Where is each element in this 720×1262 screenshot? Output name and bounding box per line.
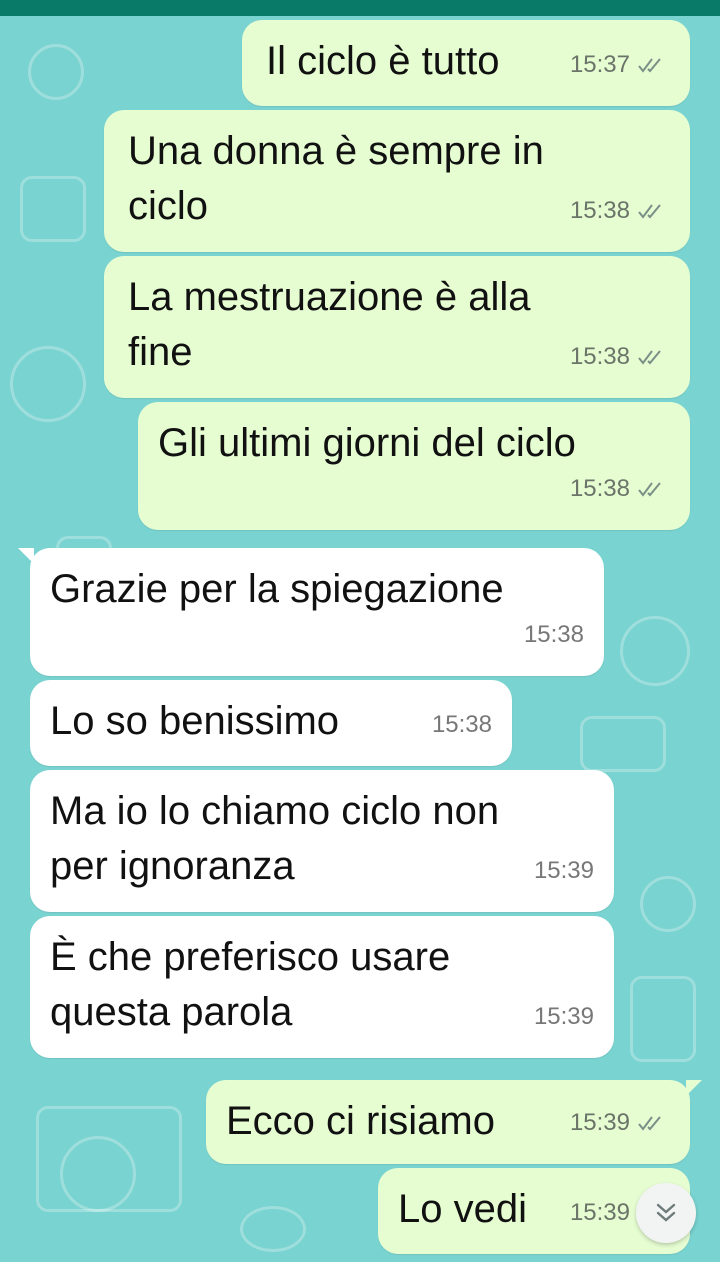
message-meta: 15:37 (570, 37, 664, 92)
message-text-line: Ma io lo chiamo ciclo non (50, 789, 500, 833)
message-text: Lo vedi (398, 1187, 527, 1231)
bubble-tail (18, 548, 34, 564)
message-bubble-outgoing[interactable]: Ecco ci risiamo 15:39 (206, 1080, 702, 1164)
message-bubble-outgoing[interactable]: Il ciclo è tutto 15:37 (242, 20, 690, 106)
scroll-to-bottom-button[interactable] (636, 1183, 696, 1243)
message-text-line: per ignoranza (50, 844, 295, 888)
message-bubble-outgoing[interactable]: La mestruazione è alla fine 15:38 (104, 256, 690, 398)
message-time: 15:38 (569, 197, 630, 224)
message-text-line: Una donna è sempre in (128, 129, 544, 173)
message-meta: 15:38 (570, 183, 664, 238)
read-ticks-icon (638, 481, 661, 497)
message-text: Ecco ci risiamo (226, 1099, 495, 1143)
message-time: 15:38 (431, 711, 492, 738)
read-ticks-icon (638, 57, 661, 73)
message-text-line: È che preferisco usare (50, 935, 451, 979)
message-meta: 15:39 (534, 989, 594, 1044)
message-meta: 15:38 (432, 697, 492, 752)
message-time: 15:39 (533, 857, 594, 884)
chat-header-bar (0, 0, 720, 16)
double-chevron-down-icon (656, 1203, 676, 1222)
message-meta: 15:39 (570, 1095, 664, 1150)
message-text-line: questa parola (50, 990, 293, 1034)
message-bubble-incoming[interactable]: Ma io lo chiamo ciclo non per ignoranza … (30, 770, 614, 912)
message-text-line: La mestruazione è alla (128, 275, 531, 319)
message-time: 15:39 (533, 1003, 594, 1030)
message-bubble-incoming[interactable]: Grazie per la spiegazione 15:38 (18, 548, 604, 676)
message-time: 15:39 (569, 1199, 630, 1226)
message-meta: 15:39 (534, 843, 594, 898)
message-time: 15:38 (523, 621, 584, 648)
read-ticks-icon (638, 349, 661, 365)
bubble-tail (686, 1080, 702, 1096)
read-ticks-icon (638, 1115, 661, 1131)
message-time: 15:37 (569, 51, 630, 78)
message-bubble-outgoing[interactable]: Gli ultimi giorni del ciclo 15:38 (138, 402, 690, 530)
read-ticks-icon (638, 203, 661, 219)
message-time: 15:39 (569, 1109, 630, 1136)
message-text: Il ciclo è tutto (266, 39, 500, 83)
message-bubble-outgoing[interactable]: Una donna è sempre in ciclo 15:38 (104, 110, 690, 252)
message-time: 15:38 (569, 475, 630, 502)
message-text: Lo so benissimo (50, 699, 340, 743)
message-bubble-incoming[interactable]: È che preferisco usare questa parola 15:… (30, 916, 614, 1058)
message-time: 15:38 (569, 343, 630, 370)
message-meta: 15:38 (570, 461, 664, 516)
message-meta: 15:38 (570, 329, 664, 384)
message-bubble-incoming[interactable]: Lo so benissimo 15:38 (30, 680, 512, 766)
message-text: Grazie per la spiegazione (50, 567, 504, 611)
message-meta: 15:38 (524, 607, 584, 662)
